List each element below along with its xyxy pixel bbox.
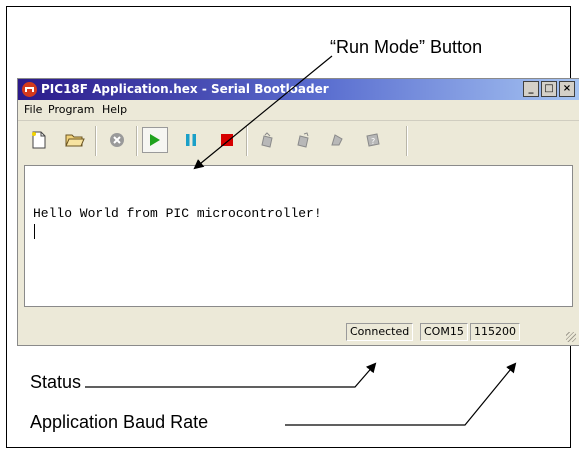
run-mode-leader — [193, 55, 333, 170]
status-leader — [85, 362, 377, 388]
baud-leader — [285, 362, 517, 426]
callout-arrows — [85, 55, 517, 426]
